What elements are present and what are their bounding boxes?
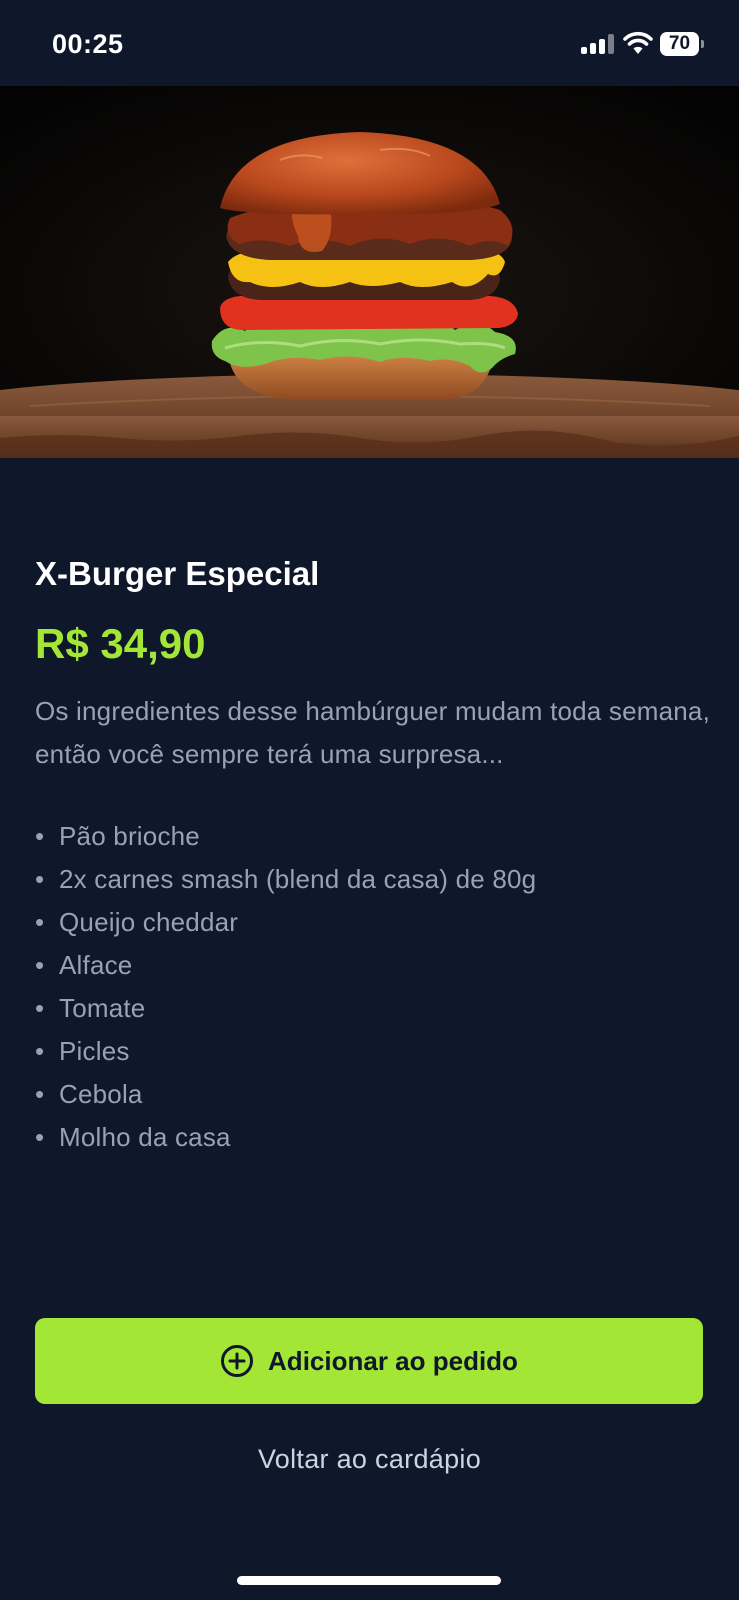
battery-icon: 70 — [660, 32, 704, 56]
cellular-signal-icon — [581, 34, 615, 54]
list-item: • Queijo cheddar — [35, 907, 239, 937]
add-to-order-button[interactable]: Adicionar ao pedido — [35, 1318, 703, 1404]
list-item: • Molho da casa — [35, 1122, 231, 1152]
ingredient-list: • Pão brioche • 2x carnes smash (blend da … — [35, 815, 536, 1159]
list-item: • Picles — [35, 1036, 130, 1066]
ingredient-label: Molho da casa — [59, 1122, 231, 1152]
list-item: • 2x carnes smash (blend da casa) de 80g — [35, 864, 537, 894]
product-price: R$ 34,90 — [35, 620, 206, 667]
status-time: 00:25 — [52, 29, 124, 59]
list-item: • Pão brioche — [35, 821, 200, 851]
ingredient-label: Alface — [59, 950, 133, 980]
list-item: • Tomate — [35, 993, 146, 1023]
battery-level: 70 — [660, 32, 699, 56]
list-item: • Cebola — [35, 1079, 143, 1109]
product-image — [0, 86, 739, 458]
ingredient-label: Picles — [59, 1036, 130, 1066]
ingredient-label: Pão brioche — [59, 821, 200, 851]
add-to-order-label: Adicionar ao pedido — [268, 1345, 518, 1376]
ingredient-label: Queijo cheddar — [59, 907, 239, 937]
ingredient-label: 2x carnes smash (blend da casa) de 80g — [59, 864, 537, 894]
ingredient-label: Tomate — [59, 993, 146, 1023]
back-to-menu-link[interactable]: Voltar ao cardápio — [0, 1444, 739, 1475]
home-indicator[interactable] — [237, 1576, 501, 1585]
list-item: • Alface — [35, 950, 133, 980]
product-title: X-Burger Especial — [35, 555, 320, 592]
ingredient-label: Cebola — [59, 1079, 143, 1109]
product-description: Os ingredientes desse hambúrguer mudam t… — [35, 696, 711, 769]
status-bar: 00:25 70 — [0, 0, 739, 86]
plus-circle-icon — [221, 1345, 254, 1377]
wifi-icon — [623, 31, 653, 54]
